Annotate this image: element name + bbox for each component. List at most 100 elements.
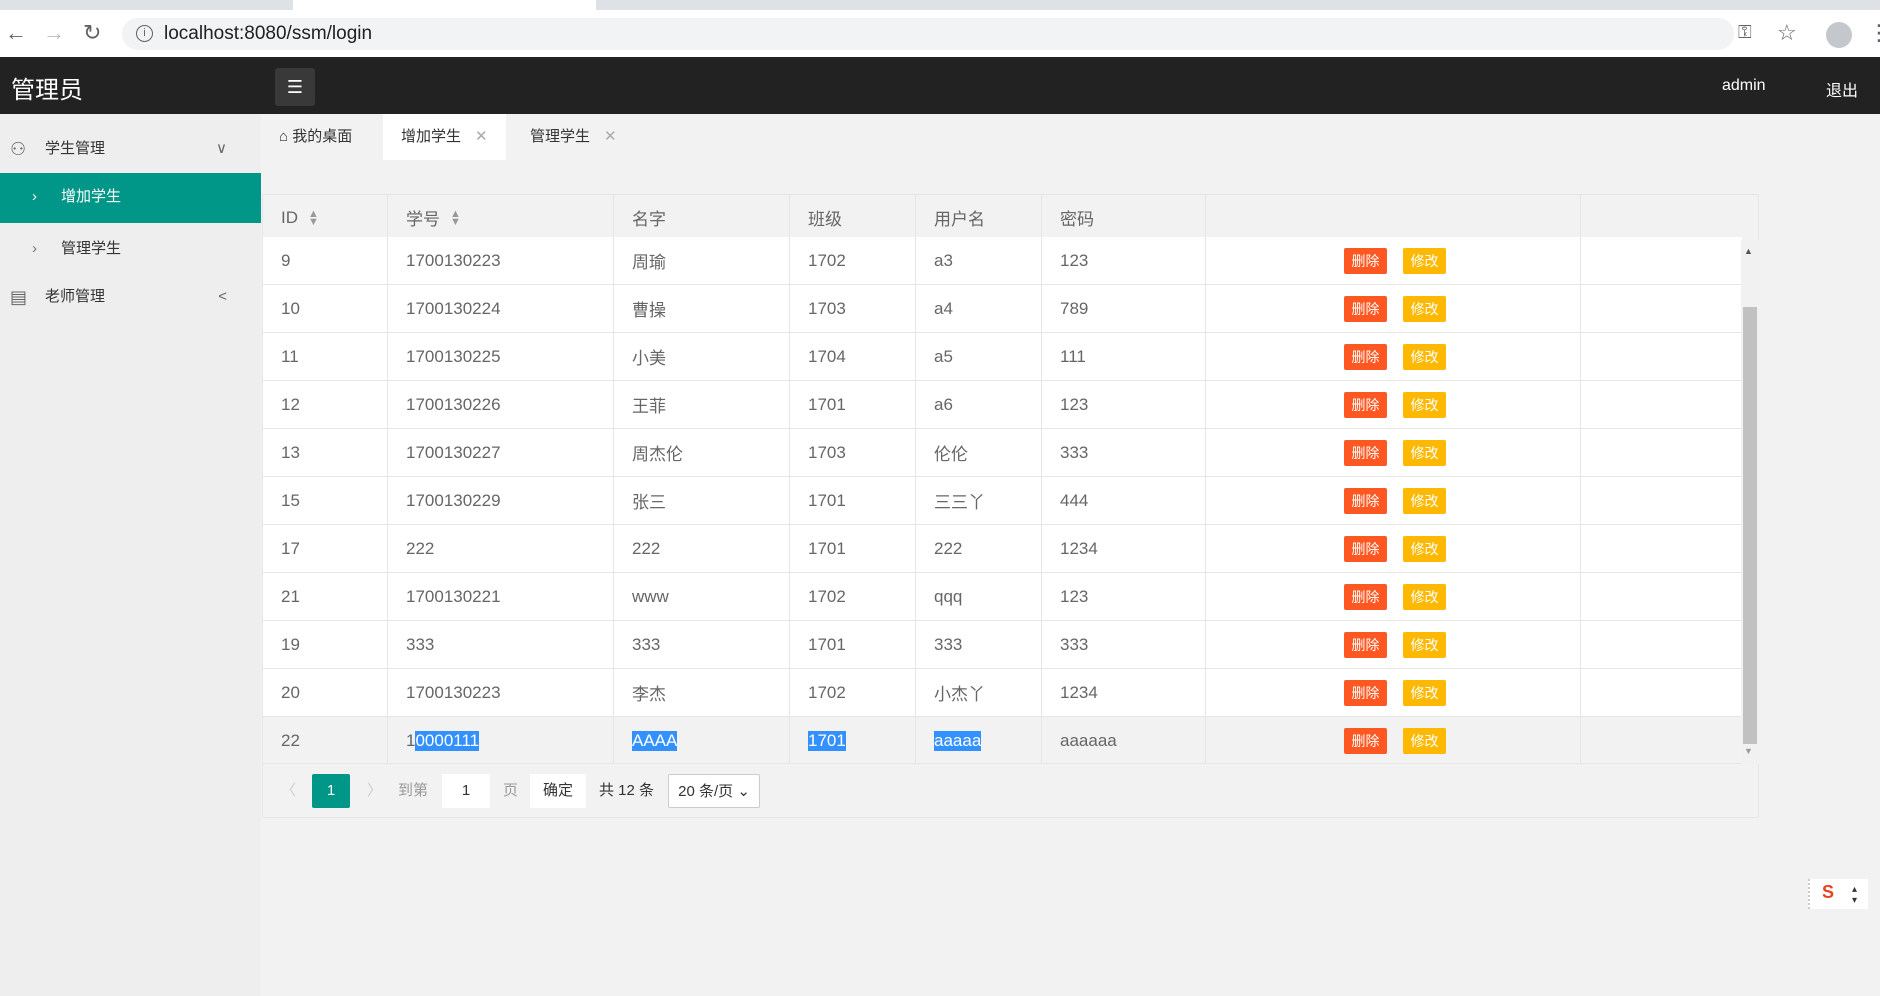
forward-icon[interactable]: → bbox=[43, 20, 65, 46]
sidebar-item-manage-student[interactable]: › 管理学生 bbox=[0, 225, 261, 273]
table-cell: 17 bbox=[263, 525, 388, 572]
sidebar-item-label: 增加学生 bbox=[61, 188, 122, 205]
delete-button[interactable]: 删除 bbox=[1344, 344, 1387, 370]
table-cell: a4 bbox=[916, 285, 1042, 332]
close-icon[interactable]: ✕ bbox=[604, 128, 617, 145]
tab-manage-student[interactable]: 管理学生 ✕ bbox=[512, 114, 635, 160]
scroll-up-icon[interactable]: ▲ bbox=[1744, 246, 1753, 256]
sidebar-item-teacher-management[interactable]: ▤ 老师管理 < bbox=[0, 273, 261, 321]
edit-button[interactable]: 修改 bbox=[1403, 584, 1446, 610]
table-cell: 9 bbox=[263, 237, 388, 284]
goto-page-input[interactable]: 1 bbox=[442, 774, 490, 808]
scrollbar-thumb[interactable] bbox=[1743, 307, 1757, 744]
delete-button[interactable]: 删除 bbox=[1344, 632, 1387, 658]
edit-button[interactable]: 修改 bbox=[1403, 296, 1446, 322]
table-row[interactable]: 15 1700130229 张三 1701 三三丫 444 删除 修改 bbox=[263, 477, 1742, 525]
column-header-sno[interactable]: 学号 ▲ ▼ bbox=[388, 195, 614, 240]
table-row[interactable]: 22 1 0000111 AAAA 1701 aaaaa aaaaaa 删除 修改 bbox=[263, 717, 1742, 763]
menu-dots-icon[interactable]: ⋮ bbox=[1868, 20, 1880, 46]
next-page-icon[interactable]: 〉 bbox=[367, 774, 382, 808]
delete-button[interactable]: 删除 bbox=[1344, 536, 1387, 562]
goto-label: 到第 bbox=[398, 782, 429, 799]
table-row[interactable]: 10 1700130224 曹操 1703 a4 789 删除 修改 bbox=[263, 285, 1742, 333]
table-cell: 19 bbox=[263, 621, 388, 668]
user-icon: ⚇ bbox=[10, 139, 27, 159]
app-title: 管理员 bbox=[11, 77, 83, 104]
table-row[interactable]: 17 222 222 1701 222 1234 删除 修改 bbox=[263, 525, 1742, 573]
address-bar[interactable]: i localhost:8080/ssm/login bbox=[122, 18, 1734, 50]
star-icon[interactable]: ☆ bbox=[1777, 20, 1797, 46]
menu-toggle-button[interactable]: ☰ bbox=[275, 68, 315, 106]
table-row[interactable]: 13 1700130227 周杰伦 1703 伦伦 333 删除 修改 bbox=[263, 429, 1742, 477]
column-header-actions bbox=[1206, 195, 1581, 240]
cell-text: 1700130223 bbox=[406, 250, 501, 270]
table-cell: 1702 bbox=[790, 237, 916, 284]
delete-button[interactable]: 删除 bbox=[1344, 296, 1387, 322]
cell-text: 小美 bbox=[632, 349, 666, 368]
ime-widget[interactable]: S ▴ ▾ bbox=[1808, 879, 1868, 909]
table-row[interactable]: 11 1700130225 小美 1704 a5 111 删除 修改 bbox=[263, 333, 1742, 381]
sidebar-item-add-student[interactable]: › 增加学生 bbox=[0, 173, 261, 223]
key-icon[interactable]: ⚿ bbox=[1738, 22, 1752, 43]
edit-button[interactable]: 修改 bbox=[1403, 344, 1446, 370]
table-cell: 20 bbox=[263, 669, 388, 716]
sidebar-item-student-management[interactable]: ⚇ 学生管理 ∨ bbox=[0, 125, 261, 173]
column-header-id[interactable]: ID ▲ ▼ bbox=[263, 195, 388, 240]
back-icon[interactable]: ← bbox=[5, 20, 27, 46]
page-button-current[interactable]: 1 bbox=[312, 774, 350, 808]
prev-page-icon[interactable]: 〈 bbox=[281, 774, 296, 808]
delete-button[interactable]: 删除 bbox=[1344, 728, 1387, 754]
table-row[interactable]: 9 1700130223 周瑜 1702 a3 123 删除 修改 bbox=[263, 237, 1742, 285]
sort-icon[interactable]: ▲ ▼ bbox=[308, 208, 319, 227]
header-label: 学号 bbox=[406, 210, 440, 229]
cell-text: 1701 bbox=[808, 490, 846, 510]
table-cell: a3 bbox=[916, 237, 1042, 284]
delete-button[interactable]: 删除 bbox=[1344, 680, 1387, 706]
sort-icon[interactable]: ▲ ▼ bbox=[450, 208, 461, 227]
page-size-select[interactable]: 20 条/页 ⌄ bbox=[668, 774, 760, 808]
user-name[interactable]: admin bbox=[1722, 77, 1766, 95]
table-cell: 1701 bbox=[790, 477, 916, 524]
edit-button[interactable]: 修改 bbox=[1403, 632, 1446, 658]
delete-button[interactable]: 删除 bbox=[1344, 248, 1387, 274]
edit-button[interactable]: 修改 bbox=[1403, 728, 1446, 754]
delete-button[interactable]: 删除 bbox=[1344, 392, 1387, 418]
edit-button[interactable]: 修改 bbox=[1403, 488, 1446, 514]
delete-button[interactable]: 删除 bbox=[1344, 584, 1387, 610]
tab-add-student[interactable]: 增加学生 ✕ bbox=[383, 114, 506, 160]
cell-text: 1700130225 bbox=[406, 346, 501, 366]
edit-button[interactable]: 修改 bbox=[1403, 680, 1446, 706]
delete-button[interactable]: 删除 bbox=[1344, 488, 1387, 514]
table-row[interactable]: 21 1700130221 www 1702 qqq 123 删除 修改 bbox=[263, 573, 1742, 621]
confirm-button[interactable]: 确定 bbox=[530, 774, 586, 808]
table-row[interactable]: 20 1700130223 李杰 1702 小杰丫 1234 删除 修改 bbox=[263, 669, 1742, 717]
table-row[interactable]: 19 333 333 1701 333 333 删除 修改 bbox=[263, 621, 1742, 669]
table-cell: 伦伦 bbox=[916, 429, 1042, 476]
delete-button[interactable]: 删除 bbox=[1344, 440, 1387, 466]
edit-button[interactable]: 修改 bbox=[1403, 440, 1446, 466]
table-cell: 222 bbox=[916, 525, 1042, 572]
table-cell: 123 bbox=[1042, 381, 1206, 428]
browser-tab[interactable] bbox=[596, 0, 1880, 10]
expand-icon[interactable]: ▴ ▾ bbox=[1852, 884, 1857, 906]
browser-tab[interactable] bbox=[0, 0, 293, 10]
table-row[interactable]: 12 1700130226 王菲 1701 a6 123 删除 修改 bbox=[263, 381, 1742, 429]
cell-text: aaaaa bbox=[934, 730, 982, 751]
tab-desktop[interactable]: ⌂ 我的桌面 bbox=[261, 114, 370, 160]
header-label: ID bbox=[281, 207, 298, 227]
cell-text: 1703 bbox=[808, 442, 846, 462]
scroll-down-icon[interactable]: ▼ bbox=[1744, 746, 1753, 756]
edit-button[interactable]: 修改 bbox=[1403, 536, 1446, 562]
reload-icon[interactable]: ↻ bbox=[83, 20, 101, 46]
logout-link[interactable]: 退出 bbox=[1826, 77, 1858, 101]
info-icon[interactable]: i bbox=[136, 25, 153, 42]
cell-text: 1700130221 bbox=[406, 586, 501, 606]
cell-text: 222 bbox=[934, 538, 963, 558]
cell-text: 1703 bbox=[808, 298, 846, 318]
close-icon[interactable]: ✕ bbox=[475, 128, 488, 145]
profile-icon[interactable] bbox=[1826, 22, 1852, 48]
edit-button[interactable]: 修改 bbox=[1403, 248, 1446, 274]
cell-text: 1700130223 bbox=[406, 682, 501, 702]
edit-button[interactable]: 修改 bbox=[1403, 392, 1446, 418]
cell-text: 1700130226 bbox=[406, 394, 501, 414]
